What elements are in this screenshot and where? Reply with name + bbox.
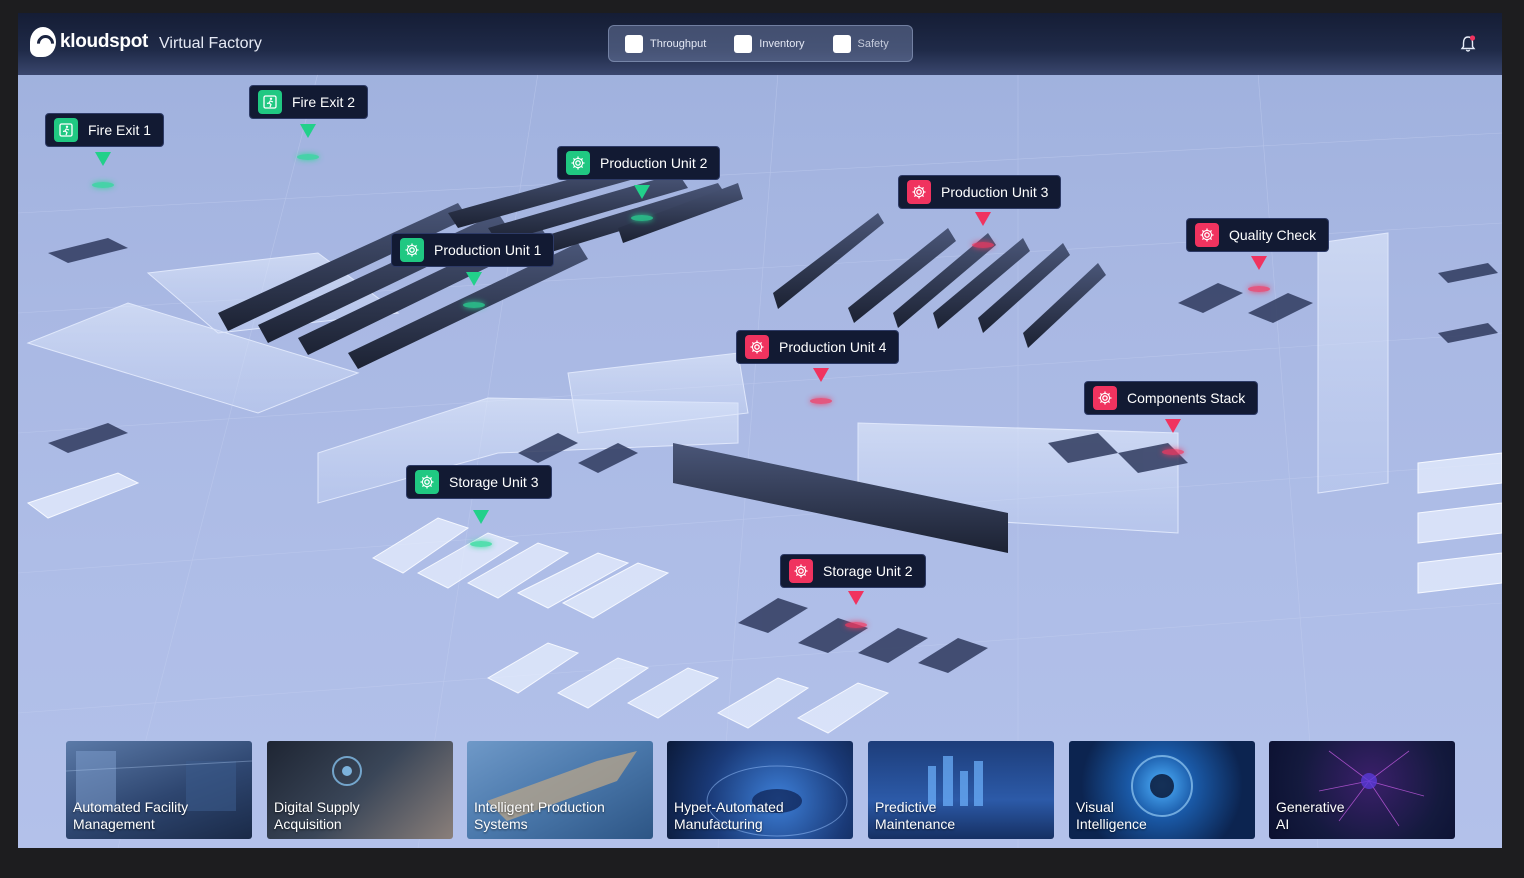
throughput-checkbox[interactable] [625,34,643,53]
card-label: Digital Supply Acquisition [274,799,360,832]
location-pin [466,272,482,286]
pin-glow [845,622,867,628]
marker-tag[interactable]: Quality Check [1186,218,1330,252]
location-pin [300,124,316,138]
gear-icon [1195,223,1219,247]
gear-icon [745,335,769,359]
marker-label: Production Unit 3 [941,184,1049,200]
card-label: Intelligent Production Systems [474,799,605,832]
marker-label: Production Unit 2 [600,155,708,171]
filter-safety[interactable]: Safety [832,34,889,53]
marker-tag[interactable]: Components Stack [1084,381,1259,415]
marker-tag[interactable]: Fire Exit 2 [249,85,369,119]
location-pin [975,212,991,226]
gear-icon [415,470,439,494]
pin-glow [297,154,319,160]
marker-label: Components Stack [1127,390,1246,406]
safety-checkbox[interactable] [832,34,851,53]
card-digital-supply-acquisition[interactable]: Digital Supply Acquisition [267,741,453,839]
fire-exit-icon [54,118,78,142]
card-hyper-automated-manufacturing[interactable]: Hyper-Automated Manufacturing [667,741,853,839]
card-predictive-maintenance[interactable]: Predictive Maintenance [868,741,1054,839]
location-pin [95,152,111,166]
marker-tag[interactable]: Production Unit 1 [391,233,555,267]
gear-icon [400,238,424,262]
location-pin [813,368,829,382]
card-label: Generative AI [1276,799,1345,832]
marker-label: Production Unit 1 [434,242,542,258]
marker-tag[interactable]: Production Unit 2 [557,146,721,180]
marker-label: Fire Exit 1 [88,122,152,138]
card-label: Predictive Maintenance [875,799,956,832]
gear-icon [566,151,590,175]
pin-glow [972,242,994,248]
fire-exit-icon [258,90,282,114]
card-label: Automated Facility Management [73,799,189,832]
filter-inventory[interactable]: Inventory [734,34,805,53]
marker-tag[interactable]: Fire Exit 1 [45,113,165,147]
card-automated-facility-management[interactable]: Automated Facility Management [66,741,252,839]
pin-glow [92,182,114,188]
gear-icon [1093,386,1117,410]
filter-label: Throughput [650,37,707,50]
marker-tag[interactable]: Production Unit 4 [736,330,900,364]
marker-label: Storage Unit 2 [823,563,913,579]
location-pin [848,591,864,605]
pin-glow [631,215,653,221]
notification-bell-icon[interactable] [1460,35,1476,53]
marker-label: Production Unit 4 [779,339,887,355]
card-intelligent-production-systems[interactable]: Intelligent Production Systems [467,741,653,839]
location-pin [634,185,650,199]
factory-viewport[interactable]: kloudspot Virtual Factory Throughput Inv… [18,13,1502,848]
marker-label: Quality Check [1229,227,1317,243]
filter-label: Safety [857,37,889,50]
inventory-checkbox[interactable] [734,34,753,53]
marker-label: Fire Exit 2 [292,94,356,110]
card-visual-intelligence[interactable]: Visual Intelligence [1069,741,1255,839]
top-bar: kloudspot Virtual Factory Throughput Inv… [18,13,1502,75]
card-generative-ai[interactable]: Generative AI [1269,741,1455,839]
factory-floor-scene[interactable] [18,13,1502,848]
pin-glow [470,541,492,547]
marker-label: Storage Unit 3 [449,474,539,490]
brand-name: kloudspot [60,31,149,52]
filter-label: Inventory [759,37,805,50]
marker-tag[interactable]: Production Unit 3 [898,175,1062,209]
kloudspot-logo-icon [30,27,56,57]
pin-glow [463,302,485,308]
location-pin [1165,419,1181,433]
pin-glow [810,398,832,404]
gear-icon [907,180,931,204]
gear-icon [789,559,813,583]
marker-tag[interactable]: Storage Unit 3 [406,465,552,499]
filter-throughput[interactable]: Throughput [625,34,707,53]
location-pin [1251,256,1267,270]
marker-tag[interactable]: Storage Unit 2 [780,554,926,588]
pin-glow [1162,449,1184,455]
card-label: Visual Intelligence [1076,799,1147,832]
layer-filter-bar: Throughput Inventory Safety [608,25,913,62]
brand-logo[interactable]: kloudspot [30,27,148,57]
card-label: Hyper-Automated Manufacturing [674,799,784,832]
app-title: Virtual Factory [159,35,262,52]
pin-glow [1248,286,1270,292]
location-pin [473,510,489,524]
